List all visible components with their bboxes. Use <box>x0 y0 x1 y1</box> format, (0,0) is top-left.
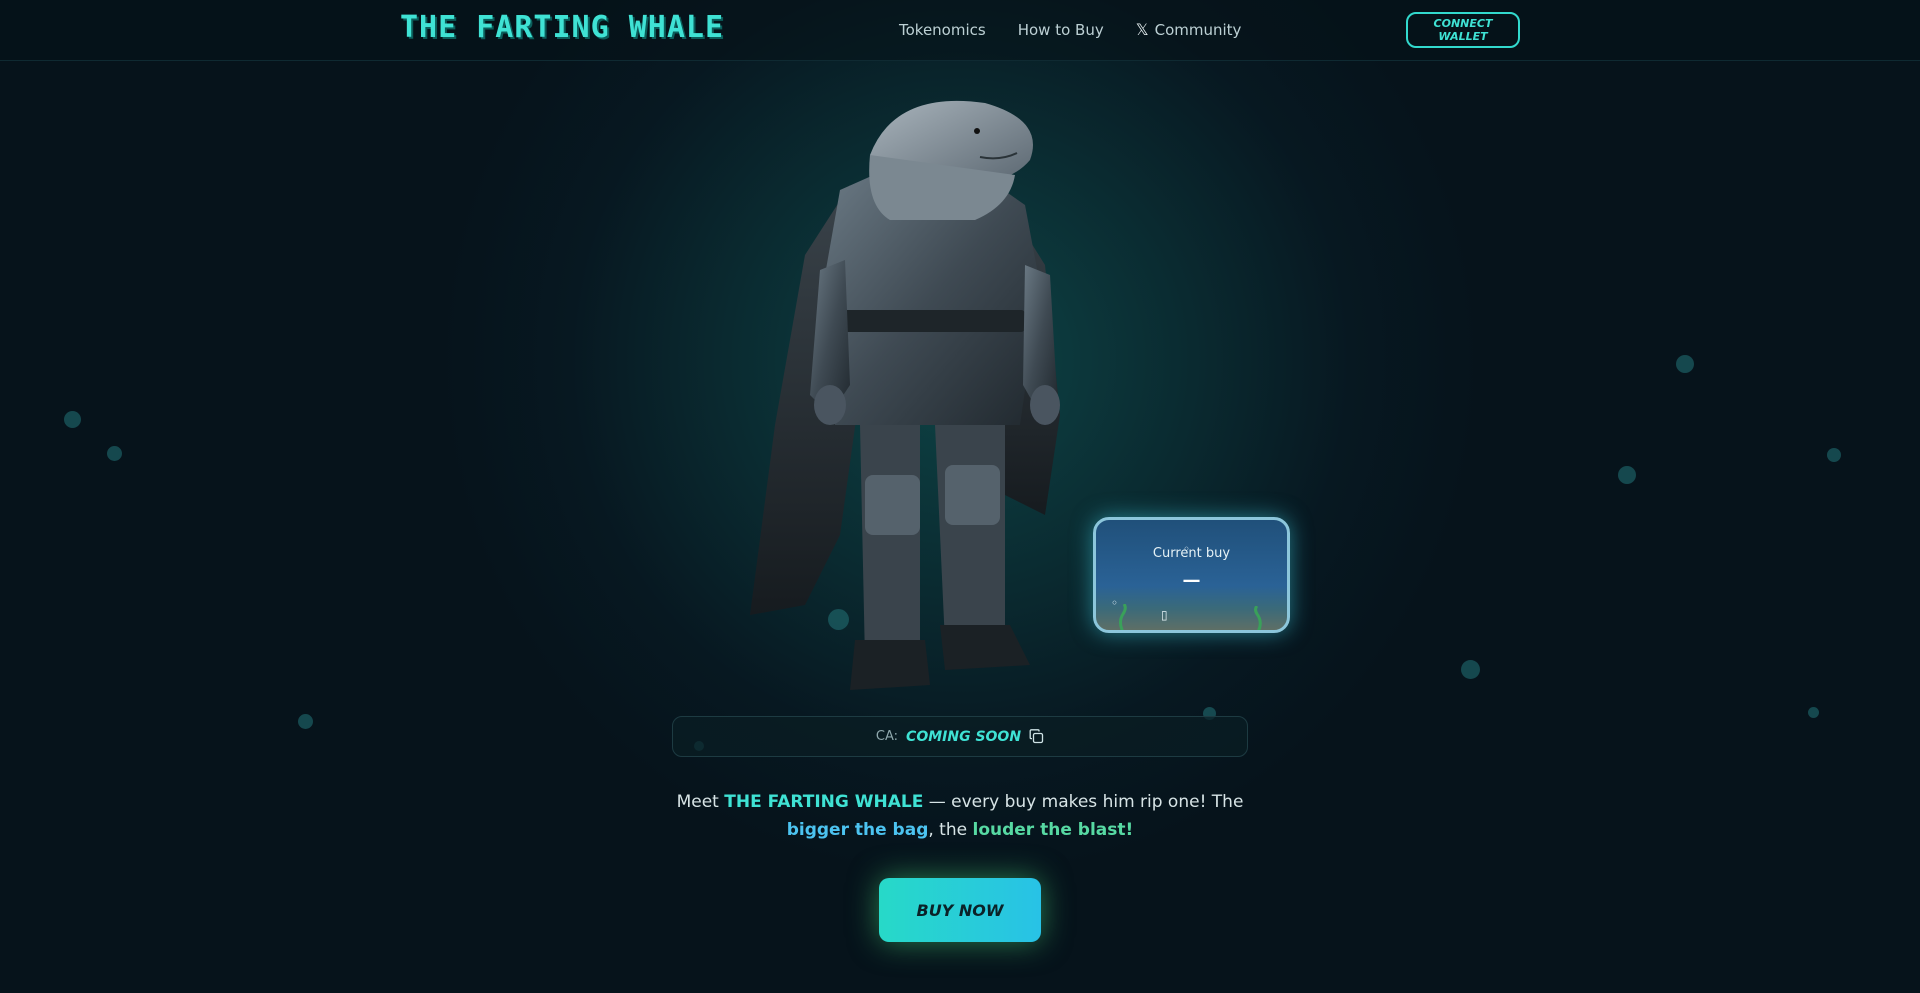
current-buy-value: — <box>1182 570 1201 591</box>
intro-project-name: THE FARTING WHALE <box>724 792 924 812</box>
background-bubble <box>107 446 122 461</box>
nav-link-tokenomics[interactable]: Tokenomics <box>899 20 986 39</box>
nav-link-community[interactable]: 𝕏 Community <box>1136 20 1242 39</box>
nav-link-how-to-buy[interactable]: How to Buy <box>1018 20 1104 39</box>
contract-address-bar: CA: COMING SOON <box>672 716 1248 757</box>
seaweed-icon <box>1119 604 1127 630</box>
background-bubble <box>1461 660 1480 679</box>
background-bubble <box>1676 355 1694 373</box>
bubble-glyph-icon: ▯ <box>1161 608 1168 622</box>
connect-wallet-button[interactable]: CONNECT WALLET <box>1406 12 1520 48</box>
current-buy-label: Current buy <box>1152 546 1231 561</box>
intro-connector: , the <box>928 820 973 840</box>
current-buy-card: ◦ ◦ Current buy — ▯ <box>1093 517 1290 633</box>
intro-middle: — every buy makes him rip one! The <box>923 792 1244 812</box>
intro-prefix: Meet <box>676 792 725 812</box>
buy-now-button[interactable]: BUY NOW <box>879 878 1041 942</box>
seaweed-icon <box>1254 606 1262 630</box>
intro-phrase-bigger-bag: bigger the bag <box>786 820 929 840</box>
background-bubble <box>1808 707 1819 718</box>
whale-character-image <box>750 100 1060 690</box>
contract-address-label: CA: <box>875 729 899 744</box>
background-bubble <box>64 411 81 428</box>
x-logo-icon: 𝕏 <box>1135 20 1149 39</box>
top-navigation-bar: THE FARTING WHALE Tokenomics How to Buy … <box>0 0 1920 61</box>
intro-text: Meet THE FARTING WHALE — every buy makes… <box>660 788 1260 844</box>
site-logo[interactable]: THE FARTING WHALE <box>400 10 724 45</box>
copy-icon[interactable] <box>1029 729 1044 744</box>
background-bubble <box>298 714 313 729</box>
nav-link-community-label: Community <box>1154 20 1242 39</box>
intro-phrase-louder-blast: louder the blast! <box>972 820 1134 840</box>
background-bubble <box>1827 448 1841 462</box>
main-nav: Tokenomics How to Buy 𝕏 Community <box>899 20 1241 39</box>
background-bubble <box>1618 466 1636 484</box>
contract-address-value: COMING SOON <box>906 728 1022 745</box>
